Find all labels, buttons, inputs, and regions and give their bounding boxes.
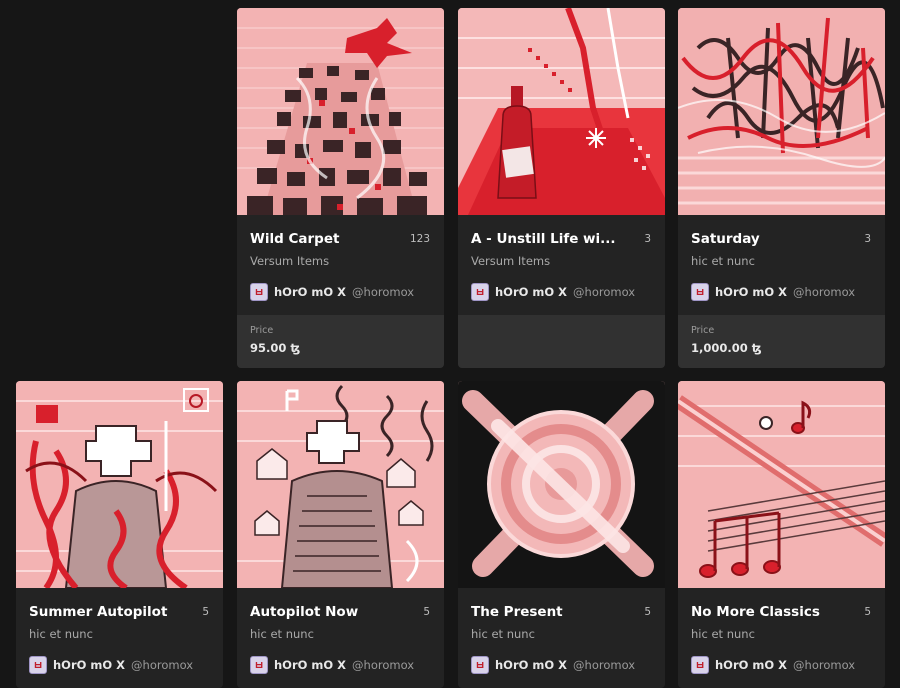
avatar: ㅂ [471,283,489,301]
nft-card[interactable]: The Present 5 hic et nunc ㅂ hOrO mO X @h… [458,381,665,688]
creator-link[interactable]: ㅂ hOrO mO X @horomox [250,656,414,674]
avatar: ㅂ [29,656,47,674]
card-title[interactable]: Summer Autopilot [29,604,183,620]
platform-label: hic et nunc [29,627,93,641]
creator-name: hOrO mO X [274,285,347,299]
price-panel: Price 1,000.00 ꜩ [678,315,885,368]
creator-link[interactable]: ㅂ hOrO mO X @horomox [471,283,635,301]
card-title[interactable]: Saturday [691,231,845,247]
creator-name: hOrO mO X [715,658,788,672]
creator-handle: @horomox [131,658,194,672]
creator-handle: @horomox [573,658,636,672]
card-title[interactable]: Wild Carpet [250,231,404,247]
edition-count: 3 [864,233,871,245]
summer-autopilot-artwork[interactable] [16,381,223,588]
edition-count: 5 [864,606,871,618]
creator-link[interactable]: ㅂ hOrO mO X @horomox [471,656,635,674]
card-title[interactable]: No More Classics [691,604,845,620]
avatar: ㅂ [691,283,709,301]
autopilot-now-artwork[interactable] [237,381,444,588]
present-artwork[interactable] [458,381,665,588]
edition-count: 3 [644,233,651,245]
creator-link[interactable]: ㅂ hOrO mO X @horomox [29,656,193,674]
platform-label: hic et nunc [691,254,755,268]
nft-card[interactable]: No More Classics 5 hic et nunc ㅂ hOrO mO… [678,381,885,688]
price-panel: Price 95.00 ꜩ [237,315,444,368]
platform-label: hic et nunc [250,627,314,641]
creator-name: hOrO mO X [495,285,568,299]
price-label: Price [691,325,715,336]
creator-handle: @horomox [573,285,636,299]
avatar: ㅂ [471,656,489,674]
edition-count: 5 [423,606,430,618]
creator-link[interactable]: ㅂ hOrO mO X @horomox [691,283,855,301]
creator-handle: @horomox [352,285,415,299]
nft-card[interactable]: Summer Autopilot 5 hic et nunc ㅂ hOrO mO… [16,381,223,688]
nft-card[interactable]: Autopilot Now 5 hic et nunc ㅂ hOrO mO X … [237,381,444,688]
platform-label: hic et nunc [471,627,535,641]
music-notes-artwork[interactable] [678,381,885,588]
carpet-artwork[interactable] [237,8,444,215]
creator-link[interactable]: ㅂ hOrO mO X @horomox [250,283,414,301]
avatar: ㅂ [250,283,268,301]
bottle-artwork[interactable] [458,8,665,215]
creator-name: hOrO mO X [495,658,568,672]
creator-handle: @horomox [793,285,856,299]
price-value: 1,000.00 ꜩ [691,341,762,355]
card-title[interactable]: A - Unstill Life wi... [471,231,625,247]
scribble-artwork[interactable] [678,8,885,215]
avatar: ㅂ [691,656,709,674]
creator-handle: @horomox [352,658,415,672]
nft-card[interactable]: A - Unstill Life wi... 3 Versum Items ㅂ … [458,8,665,368]
edition-count: 5 [202,606,209,618]
creator-name: hOrO mO X [53,658,126,672]
creator-name: hOrO mO X [274,658,347,672]
creator-link[interactable]: ㅂ hOrO mO X @horomox [691,656,855,674]
avatar: ㅂ [250,656,268,674]
creator-handle: @horomox [793,658,856,672]
edition-count: 5 [644,606,651,618]
platform-label: Versum Items [250,254,330,268]
price-label: Price [250,325,274,336]
price-value: 95.00 ꜩ [250,341,301,355]
platform-label: Versum Items [471,254,551,268]
edition-count: 123 [409,233,430,245]
price-panel [458,315,665,368]
creator-name: hOrO mO X [715,285,788,299]
platform-label: hic et nunc [691,627,755,641]
nft-card[interactable]: Saturday 3 hic et nunc ㅂ hOrO mO X @horo… [678,8,885,368]
nft-card[interactable]: Wild Carpet 123 Versum Items ㅂ hOrO mO X… [237,8,444,368]
card-title[interactable]: Autopilot Now [250,604,404,620]
card-title[interactable]: The Present [471,604,625,620]
